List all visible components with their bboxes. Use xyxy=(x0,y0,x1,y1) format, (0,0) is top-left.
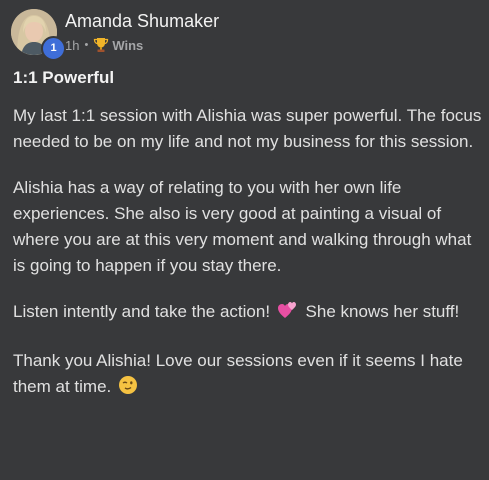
author-name[interactable]: Amanda Shumaker xyxy=(65,11,219,32)
paragraph: My last 1:1 session with Alishia was sup… xyxy=(13,106,482,151)
post-title: 1:1 Powerful xyxy=(13,68,115,87)
meta-separator: • xyxy=(84,39,89,51)
time-ago: 1h xyxy=(65,37,80,53)
post-meta: 1h • Wins xyxy=(65,37,143,53)
post-card: 1 Amanda Shumaker 1h • Wins 1:1 Powerful… xyxy=(0,0,489,480)
paragraph-text: Thank you Alishia! Love our sessions eve… xyxy=(13,351,463,396)
paragraph: Alishia has a way of relating to you wit… xyxy=(13,178,472,275)
paragraph-text: She knows her stuff! xyxy=(305,302,460,321)
winking-face-icon xyxy=(118,375,138,403)
category-link[interactable]: Wins xyxy=(112,38,143,53)
level-badge: 1 xyxy=(41,36,66,61)
trophy-icon xyxy=(93,37,109,53)
paragraph-text: Listen intently and take the action! xyxy=(13,302,271,321)
avatar-container[interactable]: 1 xyxy=(11,9,66,61)
paragraph: Listen intently and take the action! She… xyxy=(13,299,483,328)
paragraph: Thank you Alishia! Love our sessions eve… xyxy=(13,348,483,403)
post-body: My last 1:1 session with Alishia was sup… xyxy=(13,103,483,423)
two-hearts-icon xyxy=(277,300,299,328)
